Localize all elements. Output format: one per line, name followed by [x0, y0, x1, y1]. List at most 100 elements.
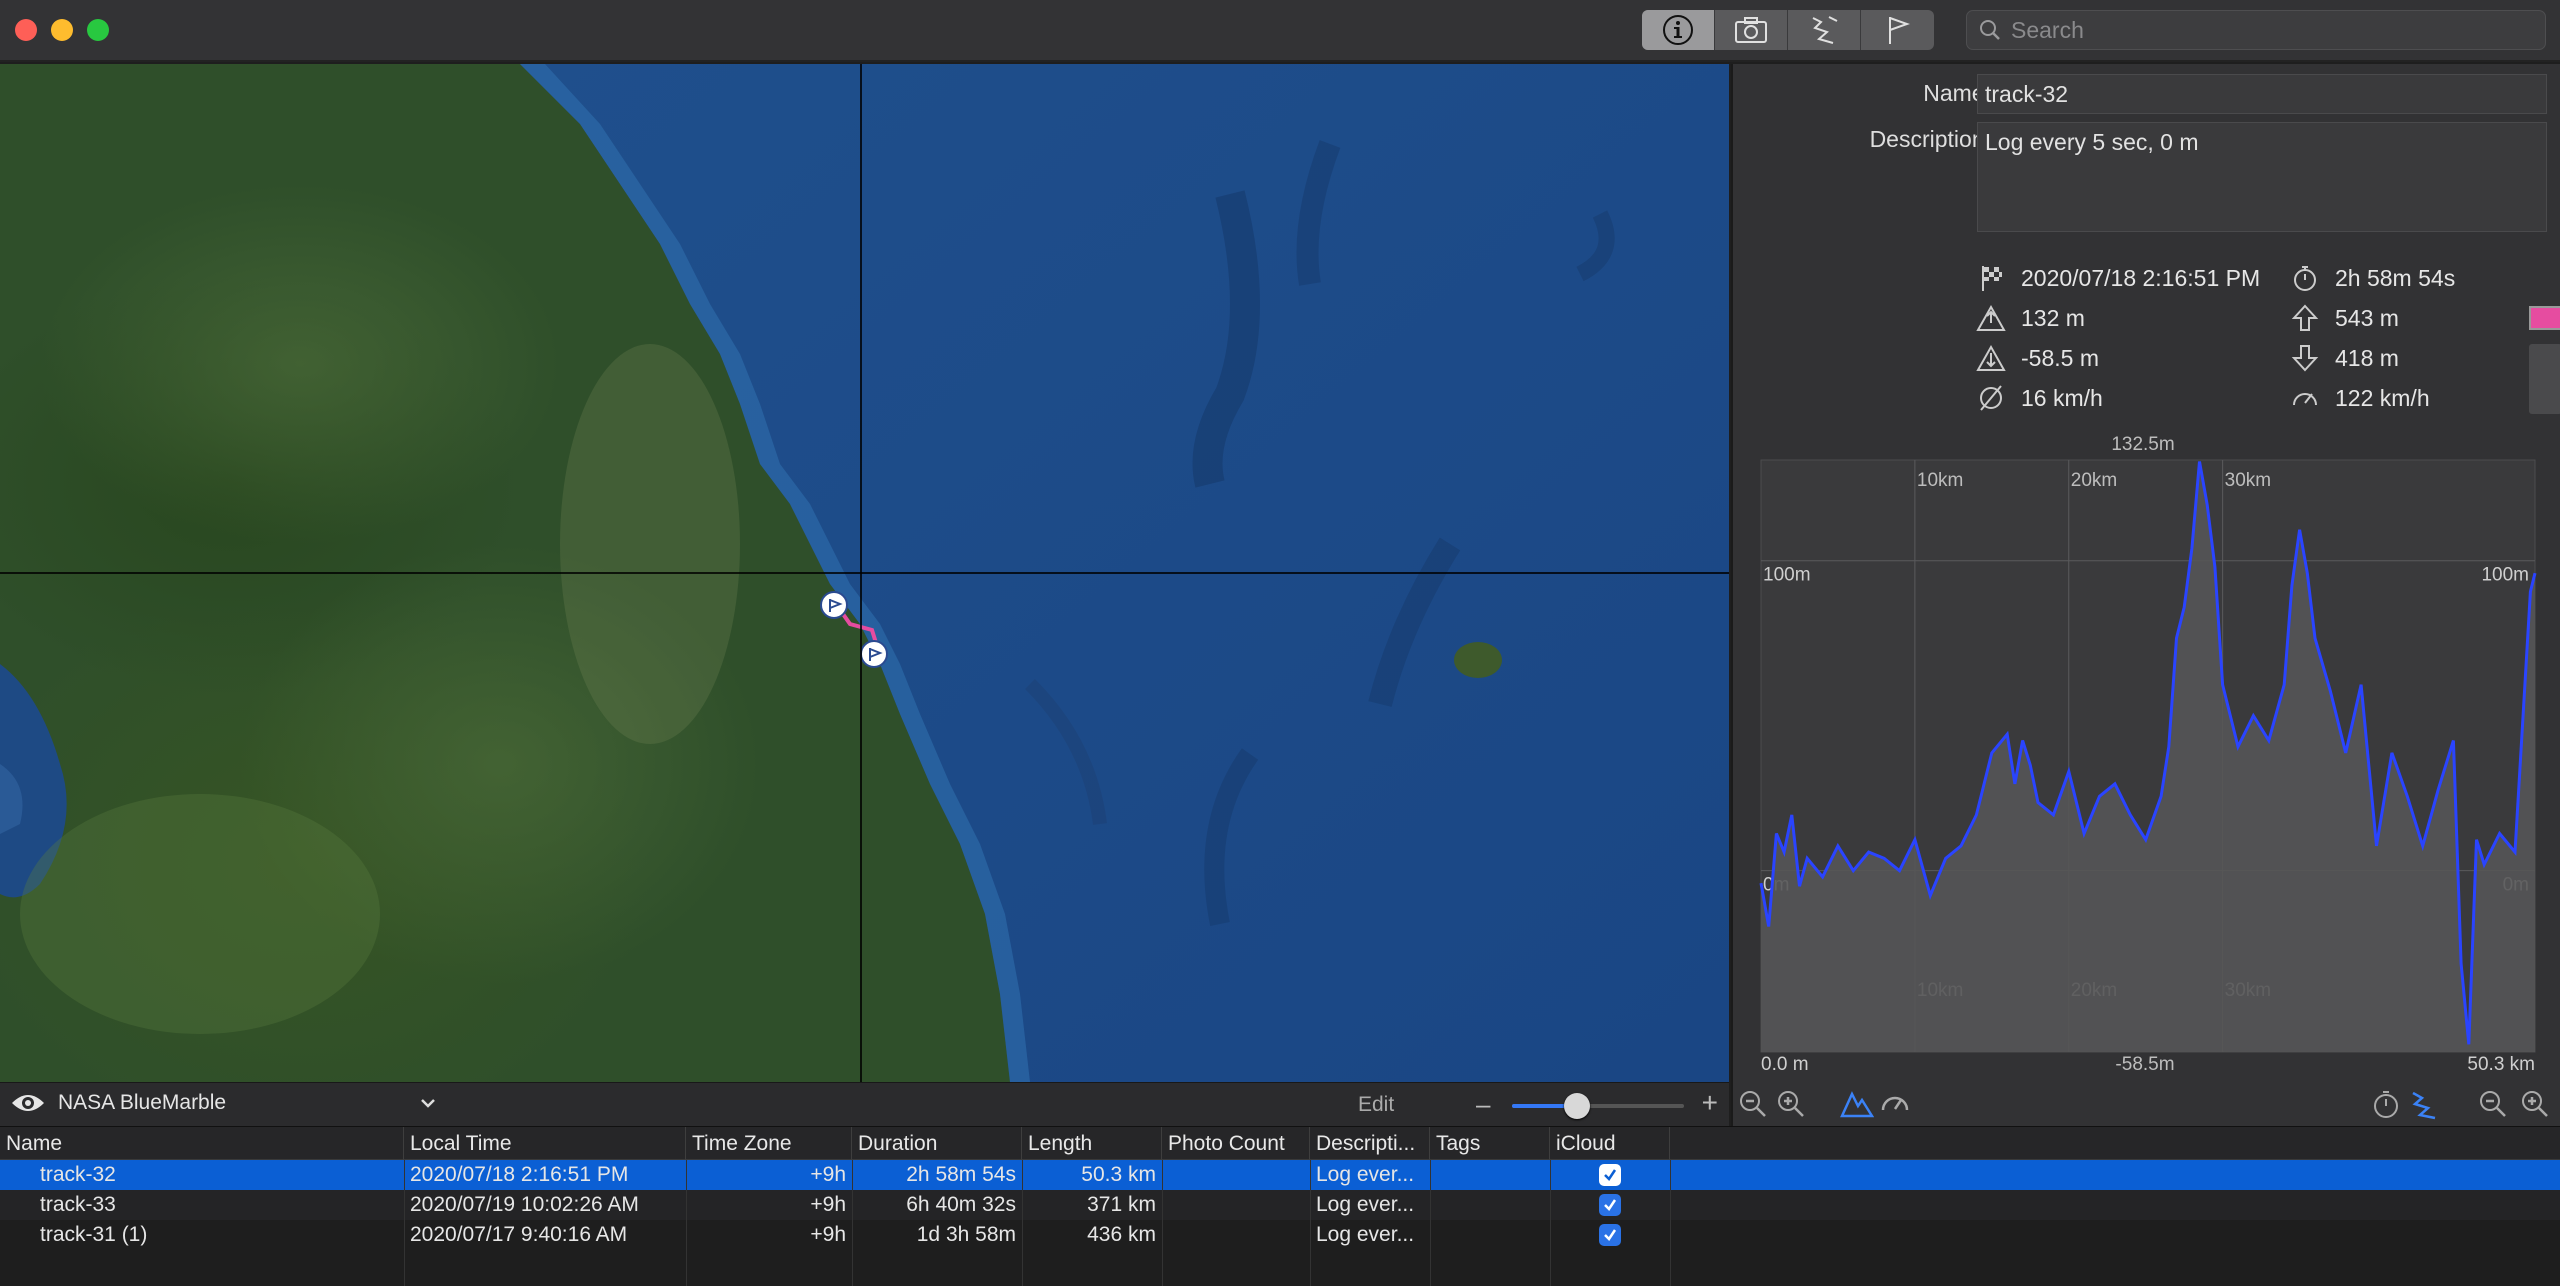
column-header-time-zone[interactable]: Time Zone	[686, 1127, 852, 1161]
stat-start-time: 2020/07/18 2:16:51 PM	[1975, 262, 2260, 294]
chart-zoom-out-right-button[interactable]	[2475, 1086, 2511, 1122]
zoom-out-button[interactable]: –	[1476, 1089, 1490, 1120]
cell-time-zone: +9h	[810, 1223, 846, 1246]
chart-toolbar	[1731, 1082, 2560, 1126]
column-header-duration[interactable]: Duration	[852, 1127, 1022, 1161]
chart-x-tick-label-top: 30km	[2225, 470, 2271, 491]
column-header-name[interactable]: Name	[0, 1127, 404, 1161]
map-edit-button[interactable]: Edit	[1358, 1093, 1394, 1117]
icloud-checkbox[interactable]	[1599, 1224, 1621, 1246]
track-start-marker[interactable]	[820, 591, 848, 619]
min-elevation-icon	[1976, 344, 2006, 371]
tracks-tab-button[interactable]	[1788, 10, 1861, 50]
chart-max-label: 132.5m	[2111, 434, 2174, 455]
close-window-button[interactable]	[15, 19, 37, 41]
cell-photo-count	[1162, 1190, 1310, 1220]
column-divider	[1670, 1160, 1671, 1286]
search-icon	[1980, 20, 2000, 40]
cell-tags	[1430, 1160, 1550, 1190]
column-header-description[interactable]: Descripti...	[1310, 1127, 1430, 1161]
chart-speed-mode-button[interactable]	[1877, 1086, 1913, 1122]
stat-duration: 2h 58m 54s	[2289, 262, 2455, 294]
chart-zoom-in-right-button[interactable]	[2517, 1086, 2553, 1122]
column-divider	[852, 1160, 853, 1286]
chart-zoom-in-button[interactable]	[1773, 1086, 1809, 1122]
mountain-icon	[1840, 1091, 1874, 1118]
zoom-slider[interactable]	[1512, 1093, 1684, 1119]
chart-start-distance-label: 0.0 m	[1761, 1054, 1809, 1070]
cell-tags	[1430, 1220, 1550, 1250]
description-field[interactable]: Log every 5 sec, 0 m	[1977, 122, 2547, 232]
map-status-bar: NASA BlueMarble Edit – +	[0, 1082, 1729, 1126]
column-header-photo-count[interactable]: Photo Count	[1162, 1127, 1310, 1161]
name-field[interactable]: track-32	[1977, 74, 2547, 114]
track-color-swatch[interactable]	[2529, 306, 2560, 330]
search-field[interactable]	[1966, 10, 2546, 50]
column-divider	[1310, 1160, 1311, 1286]
elevation-profile-chart[interactable]: 10km10km20km20km30km30km100m100m0m0m 132…	[1731, 430, 2560, 1075]
cell-length: 436 km	[1087, 1223, 1156, 1246]
stat-min-elevation: -58.5 m	[1975, 342, 2099, 374]
column-divider	[1162, 1160, 1163, 1286]
track-route-icon	[1812, 16, 1838, 44]
chart-x-tick-label-top: 20km	[2071, 470, 2117, 491]
track-end-marker[interactable]	[860, 640, 888, 668]
zoom-slider-knob[interactable]	[1564, 1093, 1591, 1119]
cell-name: track-32	[40, 1163, 116, 1186]
cell-local-time: 2020/07/19 10:02:26 AM	[410, 1193, 639, 1216]
average-icon	[1980, 385, 2002, 411]
cell-description: Log ever...	[1316, 1163, 1415, 1186]
magnifier-plus-icon	[2522, 1091, 2548, 1117]
cell-local-time: 2020/07/18 2:16:51 PM	[410, 1163, 629, 1186]
cell-tags	[1430, 1190, 1550, 1220]
waypoints-tab-button[interactable]	[1861, 10, 1934, 50]
photos-tab-button[interactable]	[1715, 10, 1788, 50]
arrow-down-icon	[2291, 345, 2319, 372]
cell-name: track-31 (1)	[40, 1223, 148, 1246]
search-input[interactable]	[2011, 16, 2531, 44]
column-header-length[interactable]: Length	[1022, 1127, 1162, 1161]
zoom-window-button[interactable]	[87, 19, 109, 41]
track-route-icon	[2412, 1091, 2436, 1120]
flag-icon	[1888, 17, 1910, 44]
zoom-in-button[interactable]: +	[1702, 1087, 1718, 1119]
magnifier-minus-icon	[2480, 1091, 2506, 1117]
column-header-local-time[interactable]: Local Time	[404, 1127, 686, 1161]
map-view[interactable]	[0, 64, 1729, 1082]
stopwatch-icon	[2294, 266, 2316, 291]
chart-distance-axis-button[interactable]	[2406, 1086, 2442, 1122]
checkered-flag-icon	[1982, 266, 2002, 291]
minimize-window-button[interactable]	[51, 19, 73, 41]
chevron-down-icon	[421, 1099, 435, 1108]
camera-icon	[1735, 17, 1767, 43]
cell-duration: 2h 58m 54s	[906, 1163, 1016, 1186]
chart-y-tick-label-right: 100m	[2481, 565, 2529, 586]
info-tab-button[interactable]	[1642, 10, 1715, 50]
table-row[interactable]: track-33 2020/07/19 10:02:26 AM +9h 6h 40m …	[0, 1190, 2560, 1220]
inspector-scroller[interactable]	[2529, 344, 2560, 414]
icloud-checkbox[interactable]	[1599, 1164, 1621, 1186]
column-header-icloud[interactable]: iCloud	[1550, 1127, 1670, 1161]
icloud-checkbox[interactable]	[1599, 1194, 1621, 1216]
max-elevation-icon	[1976, 304, 2006, 331]
stat-average-speed: 16 km/h	[1975, 382, 2103, 414]
map-layer-name: NASA BlueMarble	[58, 1091, 227, 1114]
eye-icon[interactable]	[10, 1091, 46, 1115]
speedometer-icon	[2293, 393, 2317, 406]
column-header-tags[interactable]: Tags	[1430, 1127, 1550, 1161]
chart-elevation-mode-button[interactable]	[1839, 1086, 1875, 1122]
cell-local-time: 2020/07/17 9:40:16 AM	[410, 1223, 628, 1246]
table-row[interactable]: track-32 2020/07/18 2:16:51 PM +9h 2h 58m 5…	[0, 1160, 2560, 1190]
cell-name: track-33	[40, 1193, 116, 1216]
stat-ascent: 543 m	[2289, 302, 2399, 334]
column-divider	[686, 1160, 687, 1286]
chart-time-axis-button[interactable]	[2368, 1086, 2404, 1122]
map-layer-selector[interactable]: NASA BlueMarble	[10, 1091, 226, 1115]
cell-length: 50.3 km	[1081, 1163, 1156, 1186]
table-row[interactable]: track-31 (1) 2020/07/17 9:40:16 AM +9h 1d 3…	[0, 1220, 2560, 1250]
magnifier-minus-icon	[1740, 1091, 1766, 1117]
column-divider	[1022, 1160, 1023, 1286]
checkmark-icon	[1604, 1229, 1617, 1241]
map-layer-dropdown[interactable]	[418, 1091, 438, 1120]
chart-zoom-out-button[interactable]	[1735, 1086, 1771, 1122]
